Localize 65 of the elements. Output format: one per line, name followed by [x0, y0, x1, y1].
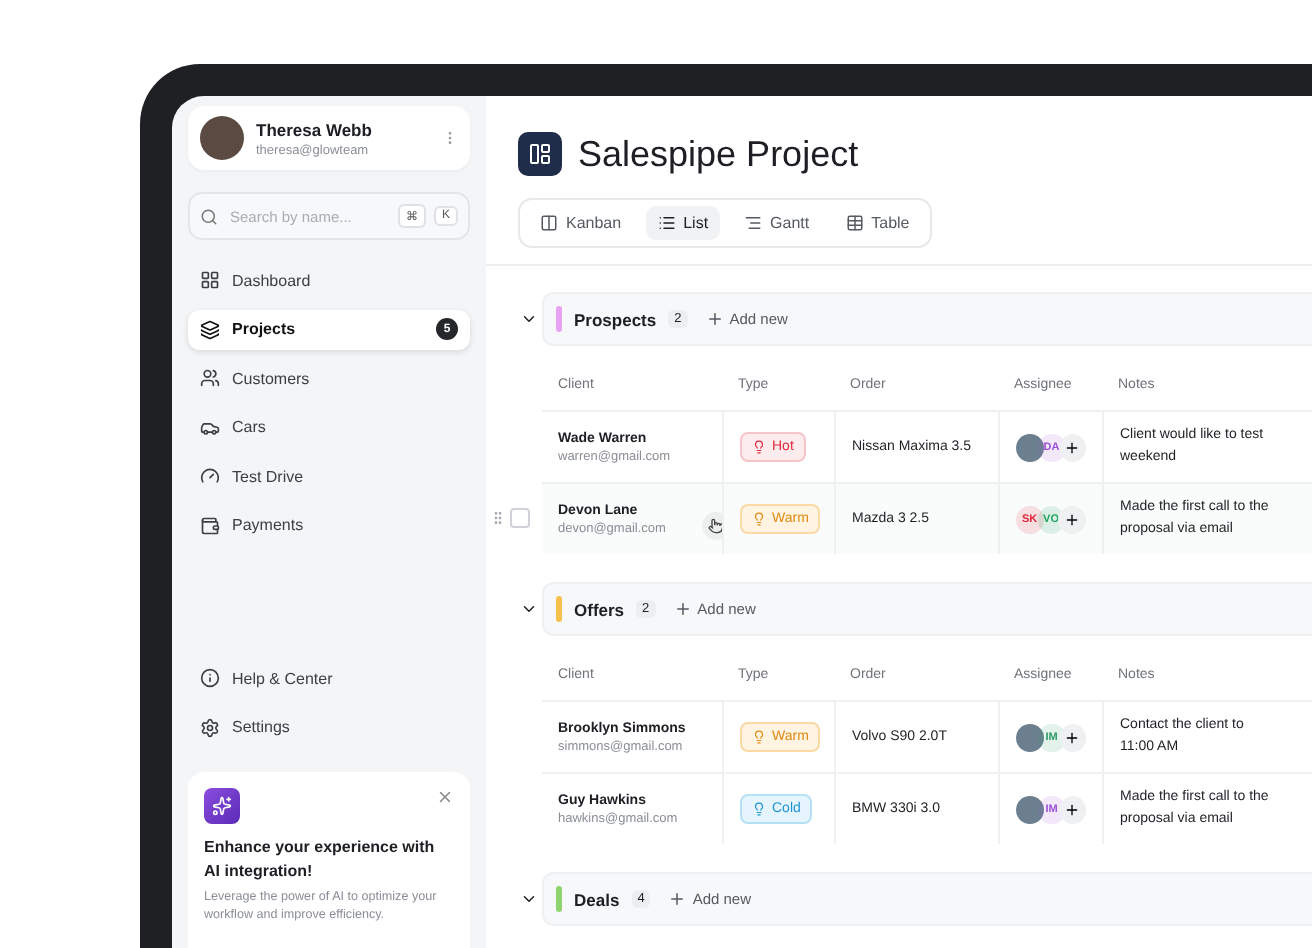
nav-item[interactable]: Cars	[188, 407, 470, 447]
plus-icon	[1064, 801, 1081, 817]
info-icon	[200, 668, 220, 689]
lightbulb-icon	[752, 730, 766, 744]
add-assignee-button[interactable]	[1059, 433, 1086, 461]
table-icon	[845, 214, 864, 232]
close-icon[interactable]	[436, 788, 454, 807]
section-title: Prospects	[574, 309, 657, 329]
list-icon	[657, 214, 676, 232]
nav-icon	[200, 417, 220, 437]
plus-icon	[1064, 511, 1081, 527]
lightbulb-icon	[752, 512, 766, 526]
lines-icon	[744, 214, 763, 232]
add-assignee-button[interactable]	[1059, 795, 1086, 823]
caret-icon[interactable]	[519, 890, 537, 908]
plus-icon	[1064, 729, 1081, 745]
nav-label: Payments	[232, 516, 304, 534]
nav-icon	[200, 466, 220, 486]
plus-icon	[668, 890, 687, 908]
nav-label: Test Drive	[232, 467, 304, 485]
promo-title: Enhance your experience with AI integration!	[204, 836, 437, 882]
project-title: Salespipe Project	[578, 133, 859, 175]
view-tab[interactable]: Gantt	[732, 206, 822, 240]
nav-label: Projects	[232, 320, 296, 338]
sparkle-icon	[204, 788, 240, 825]
nav-item[interactable]: Help & Center	[188, 658, 470, 699]
nav-icon	[200, 368, 220, 388]
lightbulb-icon	[752, 802, 766, 816]
plus-icon	[1064, 439, 1081, 455]
nav-icon	[200, 319, 220, 339]
avatar	[200, 116, 244, 160]
drag-handle-icon[interactable]	[490, 510, 506, 526]
row-checkbox[interactable]	[510, 508, 530, 528]
nav-icon	[200, 515, 220, 535]
nav-label: Dashboard	[232, 271, 311, 289]
plus-icon	[673, 600, 692, 618]
caret-icon[interactable]	[519, 600, 537, 618]
nav-label: Settings	[232, 718, 290, 737]
plus-icon	[705, 310, 724, 328]
avatar	[1016, 723, 1044, 751]
add-assignee-button[interactable]	[1058, 505, 1087, 533]
columns-icon	[540, 214, 558, 232]
caret-icon[interactable]	[519, 310, 537, 328]
nav-item[interactable]: Payments	[188, 505, 470, 545]
nav-item[interactable]: Settings	[188, 707, 470, 748]
avatar	[1016, 795, 1044, 823]
lightbulb-icon	[752, 440, 766, 454]
project-icon	[518, 132, 562, 176]
section-title: Offers	[574, 599, 625, 619]
nav-icon	[200, 270, 220, 290]
view-tab[interactable]: Kanban	[528, 206, 634, 240]
add-assignee-button[interactable]	[1059, 723, 1086, 751]
nav-label: Customers	[232, 369, 310, 387]
section-title: Deals	[574, 889, 620, 909]
avatar	[1016, 433, 1044, 461]
nav-label: Help & Center	[232, 669, 333, 688]
nav-item[interactable]: Test Drive	[188, 456, 470, 496]
settings-icon	[200, 717, 220, 738]
view-tab[interactable]: Table	[833, 206, 922, 240]
view-tab[interactable]: List	[645, 206, 721, 240]
nav-item[interactable]: Dashboard	[188, 260, 470, 300]
nav-item[interactable]: Customers	[188, 358, 470, 398]
search-icon	[200, 207, 218, 225]
profile-name: Theresa Webb	[256, 119, 374, 139]
nav-label: Cars	[232, 418, 266, 436]
